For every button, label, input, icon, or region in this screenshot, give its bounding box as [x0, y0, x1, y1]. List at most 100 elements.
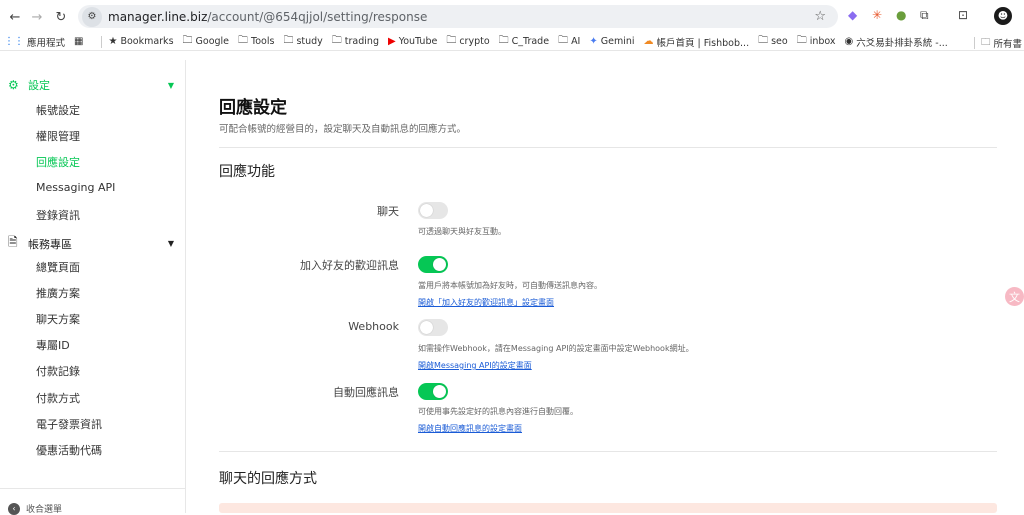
bookmark-label: Tools	[251, 36, 275, 47]
url-text[interactable]: manager.line.biz/account/@654qjjol/setti…	[108, 10, 427, 24]
extension-icon[interactable]: ◆	[848, 8, 857, 22]
collapse-label: 收合選單	[26, 505, 63, 515]
sidebar-group-billing[interactable]: 🗎 帳務專區 ▼	[8, 233, 174, 254]
bookmark-label: crypto	[459, 36, 490, 47]
bookmark-item[interactable]: 🗀 trading	[332, 33, 379, 50]
bookmark-item[interactable]: 🗀 Tools	[238, 33, 274, 50]
sidebar-group-label: 帳務專區	[28, 237, 72, 251]
sidebar-item-payment-method[interactable]: 付款方式	[36, 390, 80, 406]
messaging-api-settings-link[interactable]: 開啟Messaging API的設定畫面	[418, 360, 532, 371]
chevron-down-icon: ▼	[167, 80, 174, 90]
reload-icon[interactable]: ↻	[50, 6, 72, 28]
receipt-icon: 🗎	[8, 235, 18, 249]
chat-toggle[interactable]	[418, 202, 448, 219]
collapse-menu-button[interactable]: ‹ 收合選單	[8, 502, 62, 515]
auto-response-toggle[interactable]	[418, 383, 448, 400]
browser-toolbar: ← → ↻ ⚙ manager.line.biz/account/@654qjj…	[0, 0, 1024, 33]
grid-icon: ▦	[74, 36, 84, 47]
sidebar-item-promo-plan[interactable]: 推廣方案	[36, 285, 80, 301]
bookmark-item[interactable]: 🗀 AI	[558, 33, 580, 50]
bookmark-label: C_Trade	[511, 36, 550, 47]
welcome-message-toggle[interactable]	[418, 256, 448, 273]
divider	[219, 451, 997, 452]
extensions-puzzle-icon[interactable]: ⧉	[920, 8, 929, 23]
grid-bookmark[interactable]: ▦	[74, 36, 86, 47]
bookmark-label: YouTube	[398, 36, 438, 47]
bookmark-label: Google	[195, 36, 230, 47]
youtube-icon: ▶	[387, 36, 396, 47]
sidebar: ⚙ 設定 ▼ 帳號設定 權限管理 回應設定 Messaging API 登錄資訊…	[0, 60, 186, 515]
sidebar-item-response-settings[interactable]: 回應設定	[36, 154, 80, 170]
toggle-knob	[420, 204, 433, 217]
all-bookmarks[interactable]: 🗀 所有書	[968, 35, 1022, 51]
back-icon[interactable]: ←	[4, 6, 26, 28]
bookmark-star-icon[interactable]: ☆	[814, 9, 826, 24]
bookmark-item[interactable]: ✦ Gemini	[589, 36, 634, 47]
sidebar-item-payment-history[interactable]: 付款記錄	[36, 363, 80, 379]
site-info-icon[interactable]: ⚙	[82, 6, 102, 27]
toggle-knob	[433, 258, 446, 271]
bookmark-item[interactable]: ◉ 六爻易卦排卦系統 -...	[845, 35, 948, 49]
folder-icon: 🗀	[283, 35, 294, 46]
notice-banner	[219, 503, 997, 513]
folder-icon: 🗀	[182, 35, 193, 46]
sidebar-item-registration-info[interactable]: 登錄資訊	[36, 207, 80, 223]
folder-icon: 🗀	[558, 35, 569, 46]
auto-response-settings-link[interactable]: 開啟自動回應訊息的設定畫面	[418, 423, 522, 434]
bookmark-label: 所有書	[993, 39, 1022, 50]
auto-response-description: 可使用事先設定好的訊息內容進行自動回覆。	[418, 407, 578, 416]
sidebar-item-chat-plan[interactable]: 聊天方案	[36, 311, 80, 327]
bookmark-item[interactable]: ★ Bookmarks	[108, 36, 173, 47]
apps-bookmark[interactable]: ⋮⋮ 應用程式	[4, 35, 65, 49]
bookmark-item[interactable]: 🗀 study	[283, 33, 322, 50]
sidebar-group-settings[interactable]: ⚙ 設定 ▼	[8, 77, 174, 93]
forward-icon[interactable]: →	[26, 6, 48, 28]
chevron-down-icon: ▼	[167, 239, 174, 248]
extension-icon[interactable]: ✳	[872, 8, 882, 22]
bookmark-label: AI	[571, 36, 581, 47]
address-bar[interactable]: ⚙ manager.line.biz/account/@654qjjol/set…	[78, 5, 838, 28]
bookmark-label: 應用程式	[27, 37, 66, 49]
screenshot-icon[interactable]: ⊡	[958, 8, 968, 22]
bookmark-item[interactable]: 🗀 seo	[758, 33, 788, 50]
bookmark-label: Gemini	[600, 36, 635, 47]
bookmark-label: inbox	[809, 36, 836, 47]
extension-icon[interactable]: ●	[896, 8, 906, 22]
bookmark-item[interactable]: ▶ YouTube	[388, 36, 437, 47]
gemini-icon: ✦	[589, 36, 598, 47]
sidebar-item-premium-id[interactable]: 專屬ID	[36, 337, 70, 353]
page-title: 回應設定	[219, 98, 287, 118]
sidebar-item-messaging-api[interactable]: Messaging API	[36, 181, 115, 194]
sidebar-item-coupon-code[interactable]: 優惠活動代碼	[36, 442, 102, 458]
globe-icon: ◉	[844, 36, 854, 47]
bookmark-item[interactable]: 🗀 Google	[183, 33, 230, 50]
sidebar-item-permissions[interactable]: 權限管理	[36, 128, 80, 144]
welcome-message-label: 加入好友的歡迎訊息	[300, 259, 399, 272]
sidebar-item-e-invoice[interactable]: 電子發票資訊	[36, 416, 102, 432]
gear-icon: ⚙	[8, 78, 19, 92]
bookmark-item[interactable]: 🗀 crypto	[446, 33, 489, 50]
profile-avatar[interactable]: ☻	[994, 7, 1012, 25]
webhook-toggle[interactable]	[418, 319, 448, 336]
bookmark-label: Bookmarks	[120, 36, 174, 47]
bookmark-separator	[973, 37, 975, 49]
chat-description: 可透過聊天與好友互動。	[418, 227, 506, 236]
bookmark-item[interactable]: 🗀 C_Trade	[499, 33, 549, 50]
bookmark-label: trading	[344, 36, 379, 47]
section-title-response-features: 回應功能	[219, 164, 275, 180]
bookmark-label: study	[296, 36, 323, 47]
section-title-chat-response: 聊天的回應方式	[219, 471, 317, 487]
bookmark-item[interactable]: ☁ 帳戶首頁 | Fishbob...	[644, 35, 750, 49]
bookmark-separator	[101, 35, 103, 48]
folder-icon: 🗀	[758, 35, 769, 46]
sidebar-item-account-settings[interactable]: 帳號設定	[36, 102, 80, 118]
sidebar-item-overview[interactable]: 總覽頁面	[36, 259, 80, 275]
page-description: 可配合帳號的經營目的，設定聊天及自動訊息的回應方式。	[219, 124, 467, 135]
welcome-message-settings-link[interactable]: 開啟「加入好友的歡迎訊息」設定畫面	[418, 297, 554, 308]
chat-label: 聊天	[377, 205, 399, 218]
folder-icon: 🗀	[498, 35, 509, 46]
url-path: /account/@654qjjol/setting/response	[207, 9, 428, 24]
bookmark-item[interactable]: 🗀 inbox	[797, 33, 836, 50]
bookmark-label: 六爻易卦排卦系統 -...	[856, 37, 948, 49]
translate-fab-icon[interactable]: 文	[1005, 287, 1024, 306]
